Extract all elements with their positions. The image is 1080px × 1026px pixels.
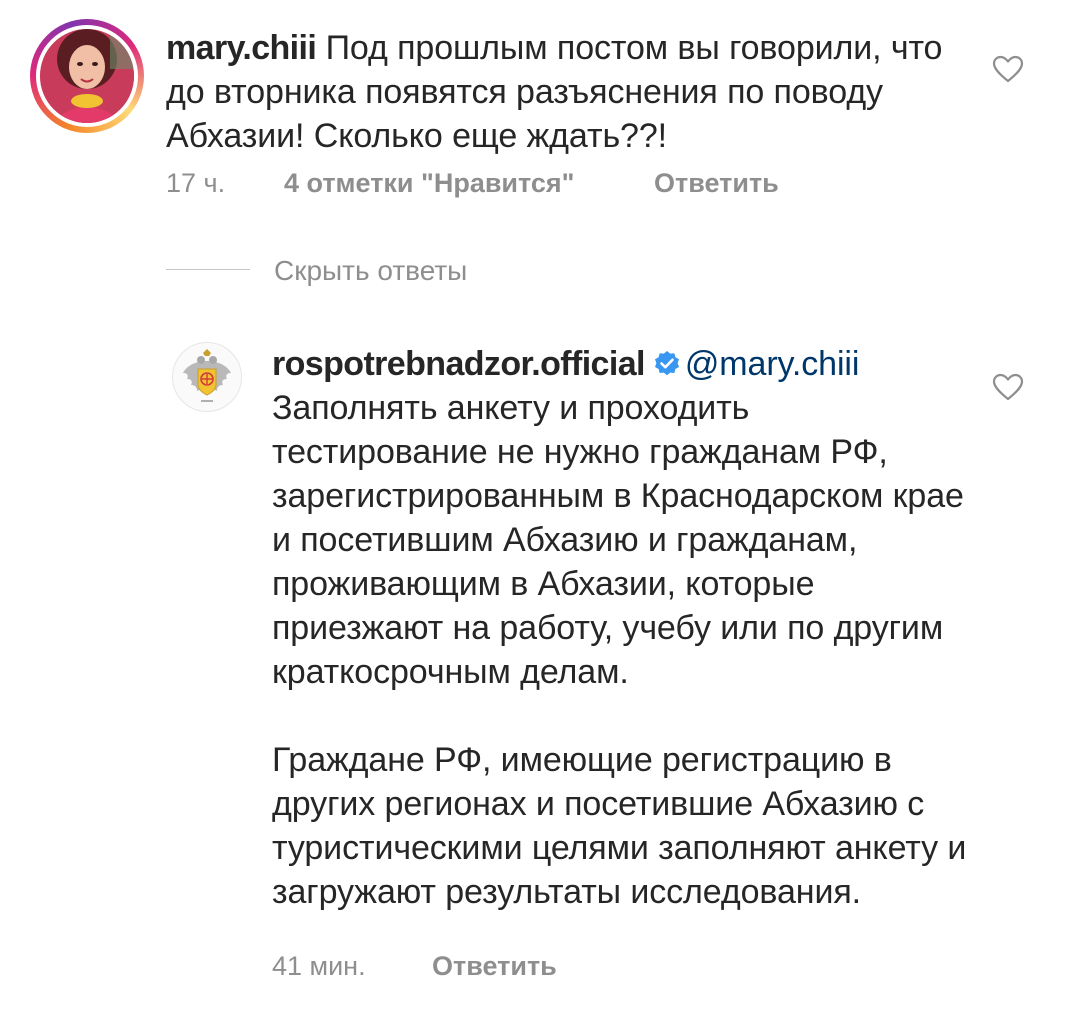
- emblem-avatar[interactable]: [172, 342, 242, 412]
- reply-paragraph: Граждане РФ, имеющие регистрацию в други…: [272, 741, 967, 911]
- comment-text: mary.chiii Под прошлым постом вы говорил…: [166, 26, 966, 158]
- reply-header: rospotrebnadzor.official @mary.chiii: [272, 342, 972, 386]
- replies-divider-line: [166, 269, 250, 270]
- comment-likes-count[interactable]: 4 отметки "Нравится": [284, 168, 574, 199]
- reply-timestamp: 41 мин.: [272, 951, 366, 981]
- reply-paragraph: Заполнять анкету и проходить тестировани…: [272, 389, 964, 691]
- reply-button[interactable]: Ответить: [432, 951, 557, 982]
- reply-username[interactable]: rospotrebnadzor.official: [272, 345, 645, 383]
- comment-username[interactable]: mary.chiii: [166, 29, 317, 67]
- user-photo: [40, 29, 134, 123]
- reply-text: rospotrebnadzor.official @mary.chiii Зап…: [272, 342, 972, 914]
- heart-outline-icon[interactable]: [992, 373, 1024, 401]
- reply-mention[interactable]: @mary.chiii: [685, 345, 860, 383]
- heart-outline-icon[interactable]: [992, 55, 1024, 83]
- reply-button[interactable]: Ответить: [654, 168, 779, 199]
- commenter-avatar[interactable]: [30, 19, 144, 133]
- hide-replies-button[interactable]: Скрыть ответы: [274, 255, 467, 287]
- verified-badge-icon: [654, 351, 679, 376]
- comment-timestamp: 17 ч.: [166, 168, 226, 198]
